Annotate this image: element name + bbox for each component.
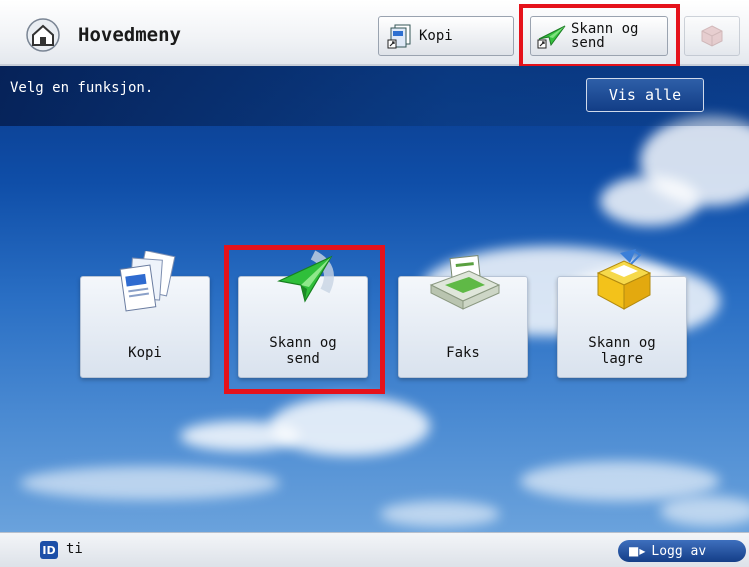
scan-send-function-label: Skann og send [239, 335, 367, 367]
user-name: ti [66, 541, 83, 557]
logout-arrow-icon: ■▸ [628, 544, 646, 558]
scan-send-function-tile[interactable]: Skann og send [238, 250, 368, 378]
shortcut-scan-send-line2: send [571, 35, 605, 51]
scan-send-icon [537, 25, 566, 49]
page-title: Hovedmeny [78, 24, 181, 46]
logout-button[interactable]: ■▸ Logg av [618, 540, 746, 562]
copy-function-label: Kopi [128, 345, 162, 361]
scan-store-function-tile[interactable]: Skann og lagre [557, 249, 687, 378]
shortcut-scan-send-label: Skann og send [571, 22, 638, 50]
scan-send-line2: send [286, 351, 320, 367]
scan-store-icon [596, 249, 652, 310]
show-all-button[interactable]: Vis alle [586, 78, 704, 112]
copy-icon [387, 24, 411, 49]
scan-send-line1: Skann og [269, 335, 337, 351]
scan-store-function-label: Skann og lagre [558, 335, 686, 367]
instruction-text: Velg en funksjon. [10, 80, 154, 96]
scan-store-line1: Skann og [588, 335, 656, 351]
shortcut-copy-label: Kopi [419, 28, 453, 44]
copy-icon [119, 251, 176, 312]
fax-function-label: Faks [446, 345, 480, 361]
cube-icon [701, 25, 723, 47]
id-icon: ID [40, 541, 58, 559]
scan-store-line2: lagre [600, 351, 644, 367]
fax-function-tile[interactable]: Faks [398, 255, 528, 378]
copy-function-tile[interactable]: Kopi [80, 251, 210, 378]
disabled-shortcut-button [684, 16, 740, 56]
fax-icon [429, 255, 501, 310]
shortcut-copy-button[interactable]: Kopi [378, 16, 514, 56]
top-bar: Hovedmeny Kopi Skann og send [0, 0, 749, 66]
main-menu-screen: Hovedmeny Kopi Skann og send Velg en fun… [0, 0, 749, 567]
bottom-bar: ID ti ■▸ Logg av [0, 532, 749, 567]
home-icon[interactable] [26, 18, 60, 52]
status-band: Velg en funksjon. Vis alle [0, 66, 749, 126]
scan-send-icon [277, 250, 334, 303]
shortcut-scan-send-button[interactable]: Skann og send [530, 16, 668, 56]
logout-label: Logg av [651, 543, 707, 559]
